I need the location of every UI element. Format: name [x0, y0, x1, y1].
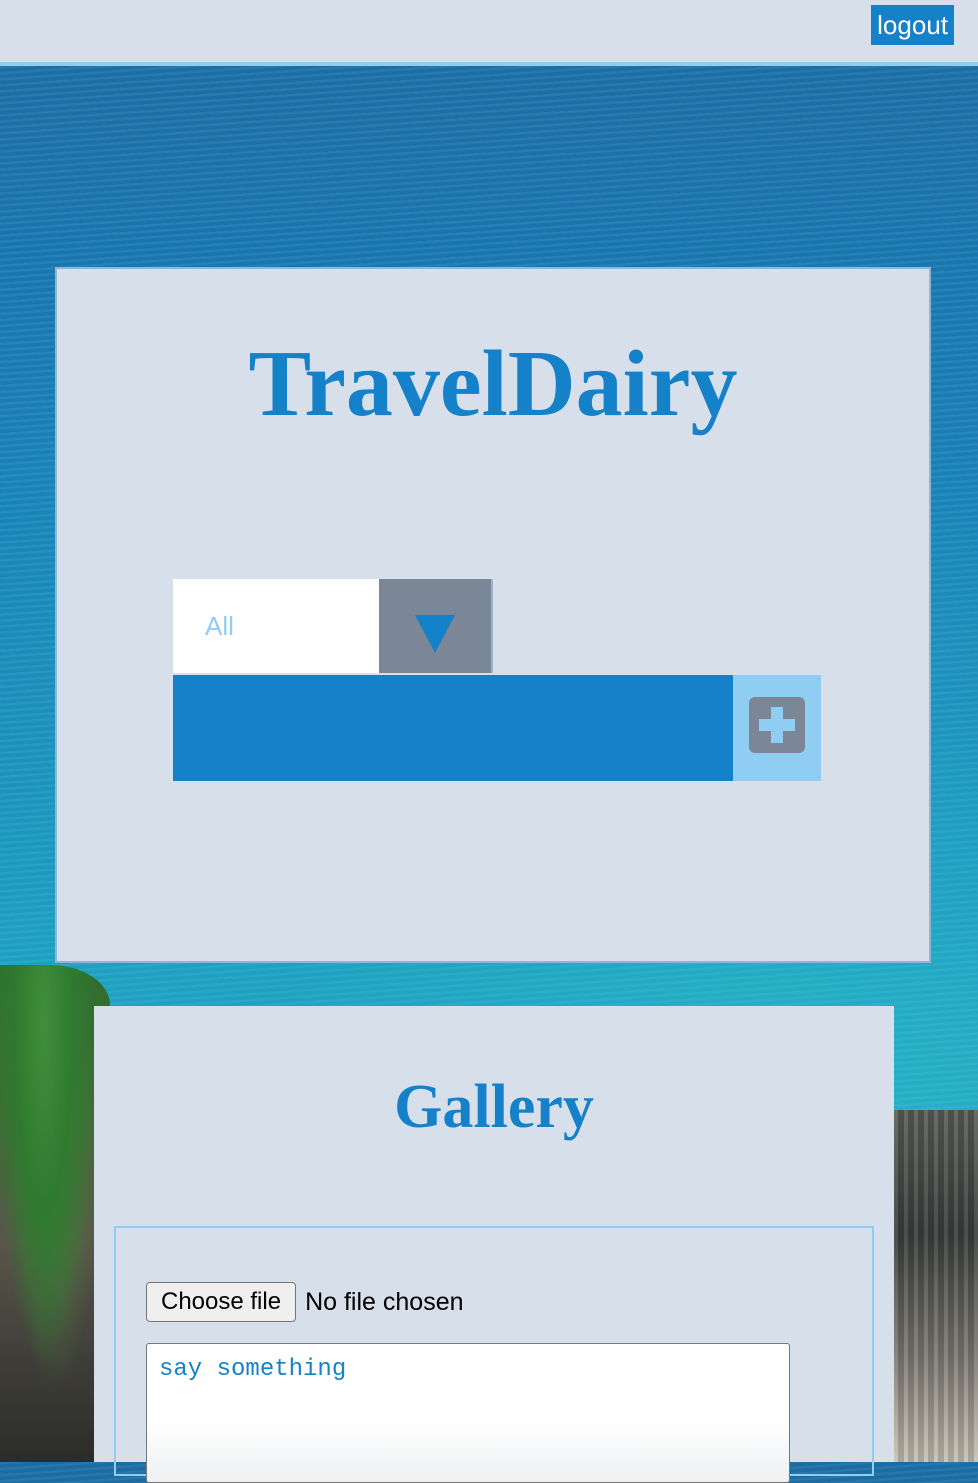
new-entry-input[interactable] [173, 675, 733, 781]
logout-button[interactable]: logout [871, 5, 954, 45]
gallery-card: Gallery Choose file No file chosen [94, 1006, 894, 1483]
new-entry-row [173, 675, 821, 781]
gallery-title: Gallery [394, 1073, 594, 1141]
triangle-down-icon [415, 615, 455, 653]
plus-icon [749, 697, 805, 753]
caption-textarea[interactable] [146, 1343, 790, 1483]
top-bar: logout [0, 0, 978, 66]
filter-selected-value: All [173, 579, 379, 673]
choose-file-button[interactable]: Choose file [146, 1282, 297, 1322]
main-card: TravelDairy All [55, 267, 931, 963]
app-title: TravelDairy [248, 332, 738, 436]
dropdown-toggle[interactable] [379, 579, 493, 673]
filter-dropdown[interactable]: All [173, 579, 493, 673]
add-entry-button[interactable] [733, 675, 821, 781]
file-picker: Choose file No file chosen [146, 1281, 464, 1323]
upload-form: Choose file No file chosen [114, 1226, 874, 1483]
background-shore-right [894, 1110, 978, 1462]
file-status: No file chosen [305, 1287, 464, 1316]
